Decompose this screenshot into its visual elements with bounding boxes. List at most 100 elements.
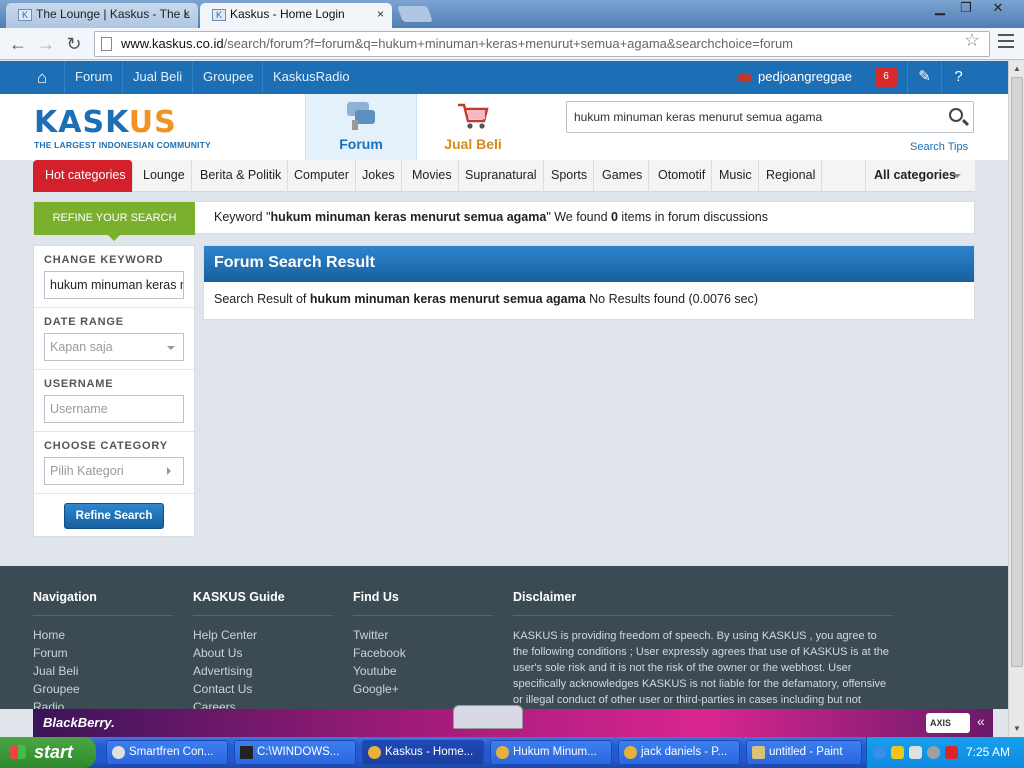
category-sports[interactable]: Sports — [545, 160, 595, 192]
footer-link[interactable]: Careers — [193, 700, 236, 709]
topnav-jual-beli[interactable]: Jual Beli — [122, 61, 192, 94]
help-icon[interactable]: ? — [941, 61, 975, 94]
blackberry-ad-banner[interactable]: BlackBerry. AXIS « — [33, 705, 993, 737]
footer-divider — [353, 615, 493, 616]
system-tray: 7:25 AM — [866, 737, 1024, 768]
footer-link[interactable]: Youtube — [353, 664, 397, 678]
axis-logo: AXIS — [926, 713, 970, 733]
footer-link[interactable]: About Us — [193, 646, 242, 660]
taskbar-item[interactable]: untitled - Paint — [746, 740, 862, 765]
tab-title: The Lounge | Kaskus - The L — [36, 7, 191, 21]
star-icon[interactable]: ☆ — [964, 30, 980, 51]
footer-link[interactable]: Advertising — [193, 664, 252, 678]
footer-link[interactable]: Groupee — [33, 682, 80, 696]
footer-link[interactable]: Contact Us — [193, 682, 252, 696]
refine-your-search-tab[interactable]: REFINE YOUR SEARCH — [34, 202, 195, 241]
refine-search-button[interactable]: Refine Search — [64, 503, 164, 529]
browser-tab-lounge[interactable]: K The Lounge | Kaskus - The L × — [6, 3, 198, 28]
security-icon[interactable] — [891, 746, 904, 759]
start-button[interactable]: start — [0, 737, 96, 768]
new-tab-button[interactable] — [397, 6, 433, 22]
search-input[interactable]: hukum minuman keras menurut semua agama — [566, 101, 974, 133]
username-link[interactable]: pedjoangreggae — [738, 61, 852, 94]
scroll-up-icon[interactable]: ▲ — [1010, 62, 1024, 76]
clock: 7:25 AM — [965, 745, 1010, 759]
page-scrollbar[interactable]: ▲ ▼ — [1008, 61, 1024, 737]
all-categories-dropdown[interactable]: All categories — [865, 160, 975, 192]
username-field[interactable]: Username — [44, 395, 184, 423]
close-tab-icon[interactable]: × — [183, 3, 190, 26]
hot-categories-tab[interactable]: Hot categories — [33, 160, 133, 192]
category-regional[interactable]: Regional — [760, 160, 823, 192]
url-host: www.kaskus.co.id — [121, 36, 224, 51]
close-window-icon[interactable]: ✕ — [986, 0, 1010, 18]
keyword-field[interactable]: hukum minuman keras menurut semua agama — [44, 271, 184, 299]
site-header: KASKUS THE LARGEST INDONESIAN COMMUNITY … — [0, 94, 1008, 160]
menu-icon[interactable] — [998, 34, 1014, 48]
search-icon[interactable] — [949, 108, 963, 122]
restore-icon[interactable]: ❐ — [954, 0, 978, 18]
back-icon[interactable]: ← — [6, 32, 30, 56]
address-bar[interactable]: www.kaskus.co.id/search/forum?f=forum&q=… — [94, 31, 990, 57]
category-movies[interactable]: Movies — [406, 160, 459, 192]
footer-link[interactable]: Forum — [33, 646, 68, 660]
footer-link[interactable]: Home — [33, 628, 65, 642]
footer-divider — [193, 615, 333, 616]
browser-toolbar: ← → ↻ www.kaskus.co.id/search/forum?f=fo… — [0, 28, 1024, 60]
url-path: /search/forum?f=forum&q=hukum+minuman+ke… — [223, 36, 794, 51]
refine-filter-panel: CHANGE KEYWORD hukum minuman keras menur… — [33, 245, 195, 537]
topnav-groupee[interactable]: Groupee — [192, 61, 264, 94]
app-icon — [112, 746, 125, 759]
category-otomotif[interactable]: Otomotif — [652, 160, 713, 192]
footer-link[interactable]: Help Center — [193, 628, 257, 642]
footer-link[interactable]: Jual Beli — [33, 664, 78, 678]
category-supranatural[interactable]: Supranatural — [459, 160, 544, 192]
header-tab-forum[interactable]: Forum — [305, 94, 417, 160]
header-tab-label: Forum — [339, 136, 383, 152]
volume-icon[interactable] — [909, 746, 922, 759]
screen: K The Lounge | Kaskus - The L × K Kaskus… — [0, 0, 1024, 768]
topnav-kaskusradio[interactable]: KaskusRadio — [262, 61, 360, 94]
category-lounge[interactable]: Lounge — [137, 160, 192, 192]
category-computer[interactable]: Computer — [288, 160, 356, 192]
scroll-down-icon[interactable]: ▼ — [1010, 722, 1024, 736]
taskbar-item[interactable]: Kaskus - Home... — [362, 740, 484, 765]
category-music[interactable]: Music — [713, 160, 759, 192]
antivirus-icon[interactable] — [945, 746, 958, 759]
notification-badge[interactable]: 6 — [875, 67, 897, 87]
search-tips-link[interactable]: Search Tips — [910, 141, 968, 153]
category-jokes[interactable]: Jokes — [356, 160, 402, 192]
taskbar-item[interactable]: jack daniels - P... — [618, 740, 740, 765]
footer-link[interactable]: Google+ — [353, 682, 399, 696]
browser-tab-strip: K The Lounge | Kaskus - The L × K Kaskus… — [0, 0, 1024, 28]
category-select[interactable]: Pilih Kategori — [44, 457, 184, 485]
taskbar-item[interactable]: Smartfren Con... — [106, 740, 228, 765]
taskbar-item[interactable]: Hukum Minum... — [490, 740, 612, 765]
footer-heading: Navigation — [33, 590, 97, 604]
results-message: Search Result of hukum minuman keras men… — [214, 292, 758, 306]
header-tab-jual-beli[interactable]: Jual Beli — [417, 94, 529, 160]
kaskus-logo[interactable]: KASKUS THE LARGEST INDONESIAN COMMUNITY — [34, 108, 219, 152]
scroll-thumb[interactable] — [1011, 77, 1023, 667]
footer-link[interactable]: Facebook — [353, 646, 406, 660]
forward-icon[interactable]: → — [34, 32, 58, 56]
minimize-icon[interactable]: ▁ — [928, 0, 952, 18]
footer-link[interactable]: Radio — [33, 700, 64, 709]
category-berita-politik[interactable]: Berita & Politik — [194, 160, 289, 192]
network-icon[interactable] — [927, 746, 940, 759]
home-icon[interactable]: ⌂ — [37, 68, 47, 88]
chrome-icon — [496, 746, 509, 759]
category-games[interactable]: Games — [596, 160, 650, 192]
topnav-forum[interactable]: Forum — [64, 61, 123, 94]
tray-arrow-icon[interactable] — [873, 746, 886, 759]
cart-icon — [458, 103, 489, 129]
collapse-ad-icon[interactable]: « — [977, 713, 985, 729]
date-range-select[interactable]: Kapan saja — [44, 333, 184, 361]
reload-icon[interactable]: ↻ — [62, 32, 86, 56]
taskbar-item[interactable]: C:\WINDOWS... — [234, 740, 356, 765]
pencil-icon[interactable]: ✎ — [907, 61, 941, 94]
windows-taskbar: start Smartfren Con... C:\WINDOWS... Kas… — [0, 737, 1024, 768]
close-tab-icon[interactable]: × — [377, 3, 384, 26]
footer-link[interactable]: Twitter — [353, 628, 388, 642]
browser-tab-home-login[interactable]: K Kaskus - Home Login × — [200, 3, 392, 28]
